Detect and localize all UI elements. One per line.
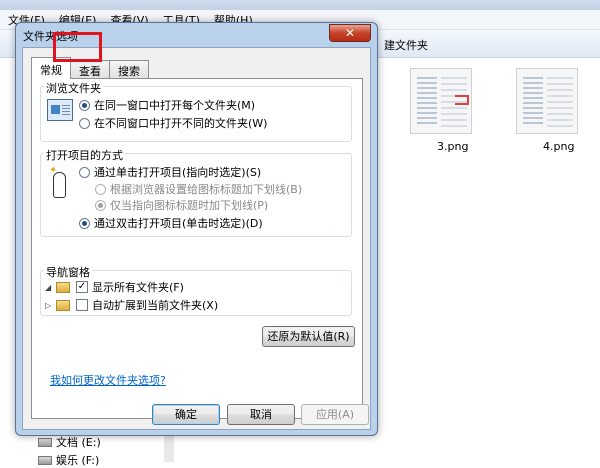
restore-defaults-button[interactable]: 还原为默认值(R) [262,326,355,347]
sparkle-icon: ✦ [49,165,58,176]
drive-icon [38,437,52,447]
radio-button-icon [95,183,106,195]
radio-button-icon [79,166,90,178]
click-items-group: 打开项目的方式 ✦ 通过单击打开项目(指向时选定)(S) 根据浏览器设置给图标标… [40,147,352,237]
ok-button[interactable]: 确定 [152,404,220,425]
folder-icon [56,299,70,311]
new-folder-button[interactable]: 建文件夹 [384,37,428,53]
file-name-3[interactable]: 3.png [437,140,468,153]
radio-underline-hover[interactable]: 仅当指向图标标题时加下划线(P) [95,197,268,213]
checkbox-icon: ✓ [76,281,88,293]
apply-button[interactable]: 应用(A) [301,404,369,425]
tree-expanded-icon: ◢ [45,282,52,292]
radio-new-window[interactable]: 在不同窗口中打开不同的文件夹(W) [79,115,267,131]
red-arrow-icon [455,95,469,105]
browse-folders-title: 浏览文件夹 [44,80,103,96]
pointer-hand-icon: ✦ [49,166,71,204]
click-items-title: 打开项目的方式 [44,147,125,163]
radio-same-window[interactable]: 在同一窗口中打开每个文件夹(M) [79,97,255,113]
file-thumbnail-3[interactable] [410,68,472,134]
general-tab-panel: 浏览文件夹 在同一窗口中打开每个文件夹(M) 在不同窗口中打开不同的文件夹(W)… [31,78,363,419]
nav-item-drive-e[interactable]: 文档 (E:) [38,434,101,450]
checkbox-icon [76,299,88,311]
tab-view[interactable]: 查看 [70,60,110,79]
folder-icon [56,281,70,293]
navigation-pane-title: 导航窗格 [44,264,92,280]
tab-search[interactable]: 搜索 [109,60,149,79]
check-auto-expand[interactable]: ▷ 自动扩展到当前文件夹(X) [45,297,218,313]
radio-button-icon [79,99,90,111]
browse-folders-group: 浏览文件夹 在同一窗口中打开每个文件夹(M) 在不同窗口中打开不同的文件夹(W) [40,80,352,142]
radio-button-icon [79,217,90,229]
window-icon [47,99,73,121]
navigation-pane-group: 导航窗格 ◢ ✓ 显示所有文件夹(F) ▷ 自动扩展到当前文件夹(X) [40,264,352,316]
tab-view-highlight [53,32,102,62]
file-thumbnail-4[interactable] [516,68,578,134]
tree-collapsed-icon: ▷ [45,300,52,310]
radio-underline-browser[interactable]: 根据浏览器设置给图标标题加下划线(B) [95,181,302,197]
radio-button-icon [95,199,106,211]
folder-options-dialog: 文件夹选项 ✕ 常规 查看 搜索 浏览文件夹 在同一窗口中打开每个文件夹(M) … [15,22,378,436]
drive-icon [38,455,52,465]
radio-button-icon [79,117,90,129]
radio-double-click[interactable]: 通过双击打开项目(单击时选定)(D) [79,215,263,231]
radio-single-click[interactable]: 通过单击打开项目(指向时选定)(S) [79,164,261,180]
nav-item-drive-f[interactable]: 娱乐 (F:) [38,452,99,468]
close-button[interactable]: ✕ [329,24,371,42]
explorer-title-bar [0,0,600,10]
check-show-all-folders[interactable]: ◢ ✓ 显示所有文件夹(F) [45,279,184,295]
help-link[interactable]: 我如何更改文件夹选项? [50,372,166,388]
dialog-body: 常规 查看 搜索 浏览文件夹 在同一窗口中打开每个文件夹(M) 在不同窗口中打开… [22,47,371,430]
file-name-4[interactable]: 4.png [543,140,574,153]
cancel-button[interactable]: 取消 [227,404,295,425]
